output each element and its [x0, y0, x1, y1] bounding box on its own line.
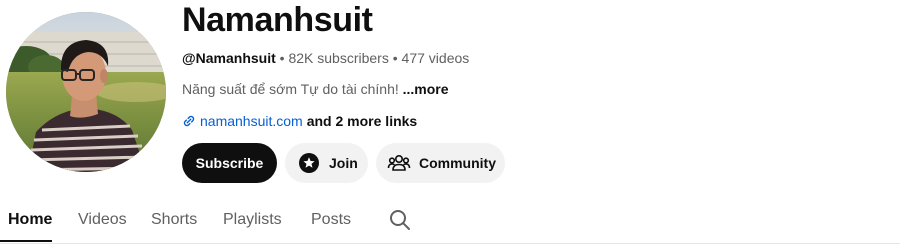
description-more-link[interactable]: ...more [403, 81, 449, 97]
community-label: Community [419, 155, 496, 171]
people-icon [387, 155, 411, 171]
channel-description[interactable]: Năng suất để sớm Tự do tài chính! ...mor… [182, 79, 449, 99]
star-badge-icon [299, 153, 319, 173]
channel-name: Namanhsuit [182, 1, 373, 39]
link-icon [183, 115, 195, 127]
channel-handle: @Namanhsuit [182, 50, 276, 66]
channel-meta: @Namanhsuit • 82K subscribers • 477 vide… [182, 48, 469, 68]
active-tab-indicator [0, 240, 52, 242]
tab-posts[interactable]: Posts [311, 210, 351, 230]
description-text: Năng suất để sớm Tự do tài chính! [182, 81, 399, 97]
channel-tabs: Home Videos Shorts Playlists Posts [0, 198, 900, 244]
channel-actions: Subscribe Join Community [182, 143, 505, 183]
meta-separator: • [392, 50, 398, 66]
channel-links: namanhsuit.com and 2 more links [182, 111, 417, 131]
channel-website-link[interactable]: namanhsuit.com [200, 111, 303, 131]
join-label: Join [329, 155, 358, 171]
join-button[interactable]: Join [285, 143, 368, 183]
more-links-button[interactable]: and 2 more links [307, 111, 417, 131]
community-button[interactable]: Community [376, 143, 505, 183]
avatar-photo [6, 12, 166, 172]
meta-separator: • [279, 50, 285, 66]
channel-avatar[interactable] [6, 12, 166, 172]
tab-home[interactable]: Home [8, 210, 52, 230]
search-icon[interactable] [388, 208, 412, 232]
subscriber-count: 82K subscribers [288, 50, 389, 66]
tab-videos[interactable]: Videos [78, 210, 127, 230]
tab-playlists[interactable]: Playlists [223, 210, 282, 230]
subscribe-button[interactable]: Subscribe [182, 143, 277, 183]
tab-shorts[interactable]: Shorts [151, 210, 197, 230]
video-count: 477 videos [401, 50, 470, 66]
